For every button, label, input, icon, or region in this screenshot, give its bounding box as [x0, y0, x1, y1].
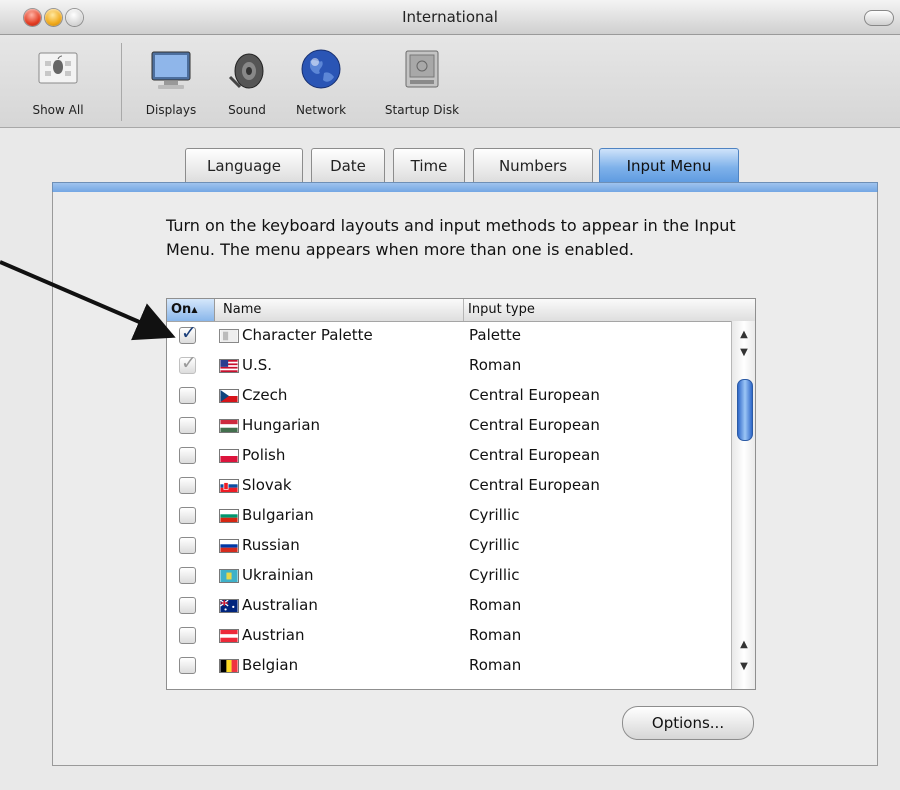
annotation-arrow-icon: [0, 260, 176, 341]
